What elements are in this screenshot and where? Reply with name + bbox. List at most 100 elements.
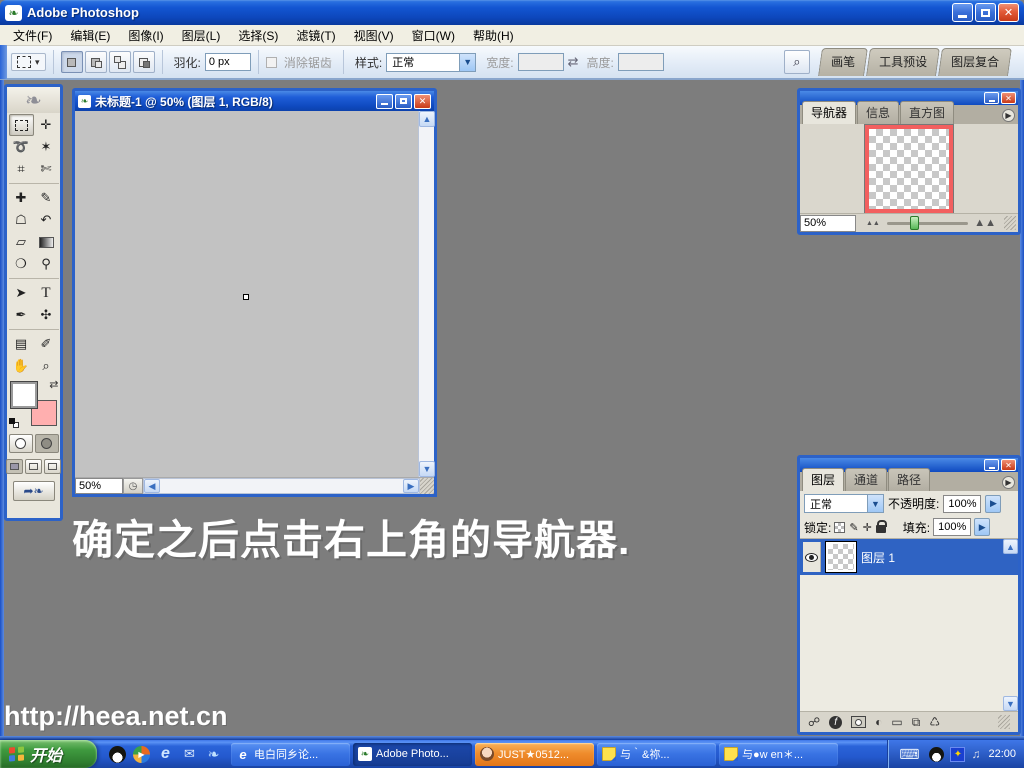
antialias-checkbox[interactable] xyxy=(266,57,277,68)
tool-preset-picker[interactable]: ▾ xyxy=(11,53,46,71)
tab-histogram[interactable]: 直方图 xyxy=(900,101,954,124)
qq-game-tray-icon[interactable]: ✦ xyxy=(950,747,965,762)
menu-filter[interactable]: 滤镜(T) xyxy=(287,25,344,46)
volume-icon[interactable]: ♫ xyxy=(971,747,980,761)
blur-tool[interactable]: ❍ xyxy=(9,253,34,275)
menu-image[interactable]: 图像(I) xyxy=(119,25,172,46)
outlook-express-icon[interactable]: ✉ xyxy=(181,746,198,763)
palette-resize-grip[interactable] xyxy=(998,715,1010,729)
palette-resize-grip[interactable] xyxy=(1004,216,1016,230)
fill-arrow-button[interactable]: ▶ xyxy=(974,518,990,536)
crop-tool[interactable]: ⌗ xyxy=(9,158,34,180)
default-colors-icon[interactable] xyxy=(9,418,19,428)
input-method-keyboard-icon[interactable]: ⌨ xyxy=(899,746,919,763)
layer-list-scrollbar[interactable]: ▲ ▼ xyxy=(1003,539,1018,711)
canvas[interactable] xyxy=(75,111,418,477)
file-browser-button[interactable]: ⌕ xyxy=(784,50,810,74)
restore-button[interactable] xyxy=(975,3,996,22)
status-info-button[interactable]: ◷ xyxy=(123,478,143,494)
scroll-up-icon[interactable]: ▲ xyxy=(1003,539,1018,554)
horizontal-scrollbar[interactable]: ◀ ▶ xyxy=(143,478,420,494)
menu-help[interactable]: 帮助(H) xyxy=(464,25,523,46)
zoom-slider-thumb[interactable] xyxy=(910,216,919,230)
zoom-tool[interactable]: ⌕ xyxy=(34,355,59,377)
close-button[interactable]: ✕ xyxy=(998,3,1019,22)
start-button[interactable]: 开始 xyxy=(0,740,97,768)
tab-layer-comps[interactable]: 图层复合 xyxy=(938,48,1012,76)
navigator-zoom-slider[interactable] xyxy=(887,222,968,225)
task-photoshop-window[interactable]: ❧ Adobe Photo... xyxy=(353,743,472,766)
swap-dimensions-icon[interactable]: ⇄ xyxy=(568,54,579,70)
doc-resize-grip[interactable] xyxy=(420,478,434,494)
pen-tool[interactable]: ✒ xyxy=(9,304,34,326)
media-player-icon[interactable]: ▶ xyxy=(133,746,150,763)
magic-wand-tool[interactable]: ✶ xyxy=(34,136,59,158)
tab-info[interactable]: 信息 xyxy=(857,101,899,124)
scroll-right-icon[interactable]: ▶ xyxy=(403,479,419,493)
tab-brushes[interactable]: 画笔 xyxy=(818,48,868,76)
task-forum-window[interactable]: e 电白同乡论... xyxy=(231,743,350,766)
vertical-scrollbar[interactable]: ▲ ▼ xyxy=(418,111,434,477)
menu-select[interactable]: 选择(S) xyxy=(229,25,287,46)
feather-input[interactable] xyxy=(205,53,251,71)
fullscreen-menubar-mode-button[interactable] xyxy=(25,459,42,474)
opacity-arrow-button[interactable]: ▶ xyxy=(985,495,1001,513)
add-layer-mask-icon[interactable] xyxy=(851,716,866,728)
intersect-selection-button[interactable] xyxy=(133,51,155,73)
task-chat-window-1[interactable]: 与｀&祢... xyxy=(597,743,716,766)
standard-mode-button[interactable] xyxy=(9,434,33,453)
swap-colors-icon[interactable]: ⇄ xyxy=(49,378,58,391)
patch-tool[interactable]: ✚ xyxy=(9,187,34,209)
jump-to-imageready-button[interactable]: ➦❧ xyxy=(13,481,55,501)
width-input[interactable] xyxy=(518,53,564,71)
tab-paths[interactable]: 路径 xyxy=(888,468,930,491)
eraser-tool[interactable]: ▱ xyxy=(9,231,34,253)
scroll-down-icon[interactable]: ▼ xyxy=(1003,696,1018,711)
palette-minimize-button[interactable] xyxy=(984,92,999,104)
internet-explorer-icon[interactable]: e xyxy=(157,746,174,763)
palette-close-button[interactable]: ✕ xyxy=(1001,92,1016,104)
palette-minimize-button[interactable] xyxy=(984,459,999,471)
menu-view[interactable]: 视图(V) xyxy=(345,25,403,46)
tab-tool-presets[interactable]: 工具预设 xyxy=(866,48,940,76)
scroll-up-icon[interactable]: ▲ xyxy=(419,111,435,127)
zoom-in-icon[interactable]: ▲▲ xyxy=(974,217,996,229)
rectangular-marquee-tool[interactable] xyxy=(9,114,34,136)
tab-navigator[interactable]: 导航器 xyxy=(802,101,856,124)
eyedropper-tool[interactable]: ✐ xyxy=(34,333,59,355)
doc-zoom-input[interactable] xyxy=(75,478,123,494)
document-titlebar[interactable]: ❧ 未标题-1 @ 50% (图层 1, RGB/8) ✕ xyxy=(75,91,434,111)
clock[interactable]: 22:00 xyxy=(988,748,1016,760)
tab-layers[interactable]: 图层 xyxy=(802,468,844,491)
new-selection-button[interactable] xyxy=(61,51,83,73)
gradient-tool[interactable] xyxy=(34,231,59,253)
clone-stamp-tool[interactable]: ☖ xyxy=(9,209,34,231)
minimize-button[interactable] xyxy=(952,3,973,22)
tab-channels[interactable]: 通道 xyxy=(845,468,887,491)
task-chat-window-2[interactable]: 与●w en＊... xyxy=(719,743,838,766)
navigator-zoom-input[interactable] xyxy=(800,215,856,232)
style-select[interactable]: 正常 ▼ xyxy=(386,53,476,72)
doc-minimize-button[interactable] xyxy=(376,94,393,109)
palette-menu-icon[interactable]: ▶ xyxy=(1002,109,1015,122)
dodge-tool[interactable]: ⚲ xyxy=(34,253,59,275)
menu-edit[interactable]: 编辑(E) xyxy=(61,25,119,46)
custom-shape-tool[interactable]: ✣ xyxy=(34,304,59,326)
move-tool[interactable]: ✛ xyxy=(34,114,59,136)
fullscreen-mode-button[interactable] xyxy=(44,459,61,474)
task-qq-chat-window[interactable]: JUST★0512... xyxy=(475,743,594,766)
doc-close-button[interactable]: ✕ xyxy=(414,94,431,109)
slice-tool[interactable]: ✄ xyxy=(34,158,59,180)
zoom-out-icon[interactable]: ▲▲ xyxy=(866,220,880,227)
adjustment-layer-icon[interactable]: ◐ xyxy=(875,716,882,728)
brush-tool[interactable]: ✎ xyxy=(34,187,59,209)
layer-style-icon[interactable]: f xyxy=(829,716,842,729)
path-selection-tool[interactable]: ➤ xyxy=(9,282,34,304)
notes-tool[interactable]: ▤ xyxy=(9,333,34,355)
qq-tray-icon[interactable] xyxy=(929,747,944,762)
menu-window[interactable]: 窗口(W) xyxy=(403,25,464,46)
foreground-color-swatch[interactable] xyxy=(11,382,37,408)
palette-close-button[interactable]: ✕ xyxy=(1001,459,1016,471)
subtract-from-selection-button[interactable] xyxy=(109,51,131,73)
menu-layer[interactable]: 图层(L) xyxy=(173,25,230,46)
